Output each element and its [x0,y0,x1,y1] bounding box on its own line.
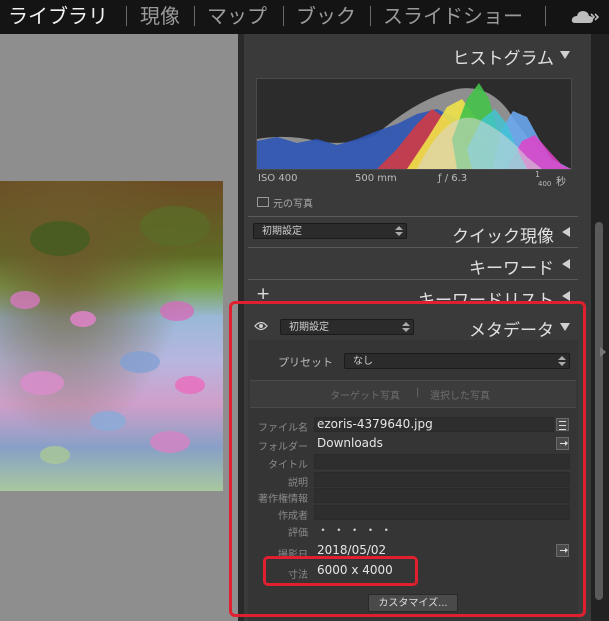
expand-triangle-icon[interactable] [562,259,570,269]
keywording-panel-header[interactable]: キーワード [244,250,580,280]
quick-develop-panel-header[interactable]: クイック現像 [244,218,580,248]
histogram-shutter-numerator: 1 [535,170,541,179]
module-separator [545,6,546,26]
histogram-focal-length: 500 mm [355,173,397,184]
panel-separator [248,279,578,280]
expand-triangle-icon[interactable] [562,291,570,301]
cloud-sync-icon[interactable] [571,8,599,26]
module-separator [370,6,371,26]
module-separator [283,6,284,26]
module-separator [194,6,195,26]
panel-separator [248,247,578,248]
expand-triangle-icon[interactable] [562,227,570,237]
histogram-chart[interactable] [256,78,572,170]
histogram-shutter-unit: 秒 [556,177,566,188]
module-slideshow[interactable]: スライドショー [383,1,523,31]
module-develop[interactable]: 現像 [140,1,180,31]
module-book[interactable]: ブック [296,1,356,31]
keywording-title: キーワード [469,259,554,279]
histogram-title: ヒストグラム [452,49,555,69]
histogram-iso: ISO 400 [258,173,298,184]
photo-preview[interactable] [0,181,223,491]
dimensions-highlight-box [263,556,418,586]
histogram-shutter-denominator: 400 [538,180,552,188]
panel-separator [248,216,578,217]
module-library[interactable]: ライブラリ [8,1,108,31]
original-photo-checkbox[interactable] [257,197,269,207]
collapse-triangle-icon[interactable] [560,51,570,59]
module-separator [126,6,127,26]
histogram-aperture: ƒ / 6.3 [438,173,468,184]
panel-collapse-arrow-icon[interactable] [600,347,606,357]
histogram-panel-header[interactable]: ヒストグラム [244,40,580,70]
module-map[interactable]: マップ [207,1,267,31]
module-picker-bar: ライブラリ 現像 マップ ブック スライドショー [0,0,609,34]
scrollbar-thumb[interactable] [595,222,603,600]
original-photo-label: 元の写真 [273,199,313,210]
quick-develop-title: クイック現像 [452,227,554,247]
